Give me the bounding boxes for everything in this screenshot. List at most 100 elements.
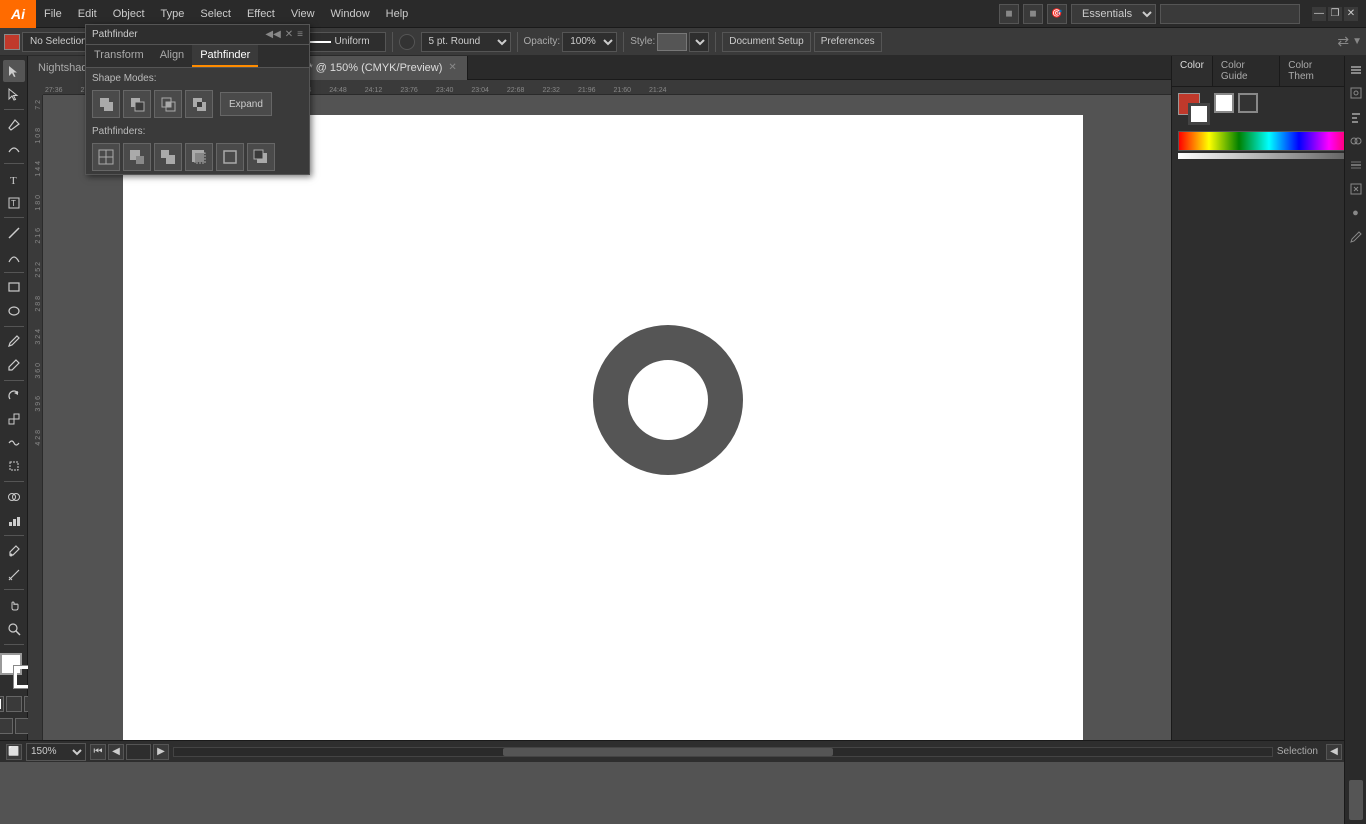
canvas-area[interactable]: 27:36 27:00 26:64 26:28 25:92 25:56 25:2…	[28, 80, 1171, 740]
arc-tool[interactable]	[3, 246, 25, 268]
app-icon-2: ◼	[1023, 4, 1043, 24]
stroke-swatch[interactable]	[1188, 103, 1210, 125]
prev-page-btn[interactable]: ◀	[108, 744, 124, 760]
hand-tool[interactable]	[3, 594, 25, 616]
menu-window[interactable]: Window	[323, 0, 378, 28]
next-page-btn[interactable]: ▶	[153, 744, 169, 760]
align-tab[interactable]: Align	[152, 45, 192, 67]
menu-file[interactable]: File	[36, 0, 70, 28]
pathfinder-icon[interactable]	[1347, 132, 1365, 150]
style-preview[interactable]	[657, 33, 687, 51]
color-spectrum-bar[interactable]	[1178, 153, 1360, 159]
direct-selection-tool[interactable]	[3, 84, 25, 106]
trim-button[interactable]	[123, 143, 151, 171]
warp-tool[interactable]	[3, 432, 25, 454]
merge-button[interactable]	[154, 143, 182, 171]
gradient-mode-btn[interactable]	[6, 696, 22, 712]
h-scrollbar[interactable]	[173, 747, 1273, 757]
pathfinder-title: Pathfinder	[92, 29, 138, 40]
screen-mode-1[interactable]	[0, 718, 13, 734]
minimize-button[interactable]: —	[1312, 7, 1326, 21]
appearance-icon[interactable]	[1347, 180, 1365, 198]
brushes-icon[interactable]	[1347, 228, 1365, 246]
dark-swatch[interactable]	[1238, 93, 1258, 113]
color-fill-swatch[interactable]	[4, 34, 20, 50]
zoom-select[interactable]: 150%	[26, 743, 86, 761]
tool-separator-5	[4, 326, 24, 327]
unite-button[interactable]	[92, 90, 120, 118]
rectangle-tool[interactable]	[3, 277, 25, 299]
expand-button[interactable]: Expand	[220, 92, 272, 116]
canvas-scroll[interactable]	[43, 95, 1171, 740]
transform-tab[interactable]: Transform	[86, 45, 152, 67]
layers-icon[interactable]	[1347, 60, 1365, 78]
h-scrollbar-thumb[interactable]	[503, 748, 832, 756]
paintbrush-tool[interactable]	[3, 331, 25, 353]
right-edge-icons: ●	[1344, 56, 1366, 824]
curvature-tool[interactable]	[3, 138, 25, 160]
measure-tool[interactable]	[3, 564, 25, 586]
color-guide-panel-tab[interactable]: Color Guide	[1213, 56, 1280, 86]
tab-close-curie[interactable]: ✕	[448, 62, 456, 73]
close-button[interactable]: ✕	[1344, 7, 1358, 21]
pathfinder-collapse[interactable]: ◀◀	[265, 29, 280, 40]
pen-tool[interactable]	[3, 114, 25, 136]
pathfinder-menu[interactable]: ≡	[297, 29, 303, 40]
minus-front-button[interactable]	[123, 90, 151, 118]
pathfinder-tab[interactable]: Pathfinder	[192, 45, 258, 67]
shape-builder-tool[interactable]	[3, 486, 25, 508]
tool-separator-10	[4, 644, 24, 645]
pathfinder-close[interactable]: ✕	[285, 29, 293, 40]
pathfinder-op-buttons	[86, 140, 309, 174]
crop-button[interactable]	[185, 143, 213, 171]
bottom-left-icon[interactable]: ⬜	[6, 744, 22, 760]
arrange-icon[interactable]: ⇄	[1337, 33, 1349, 50]
chart-tool[interactable]	[3, 510, 25, 532]
ring-object[interactable]	[593, 325, 743, 475]
search-box[interactable]	[1160, 4, 1300, 24]
zoom-tool[interactable]	[3, 618, 25, 640]
scale-tool[interactable]	[3, 408, 25, 430]
menu-help[interactable]: Help	[378, 0, 417, 28]
style-dropdown[interactable]	[689, 32, 709, 52]
rotate-tool[interactable]	[3, 385, 25, 407]
stroke-style-label: Uniform	[335, 36, 370, 47]
pathfinder-tab-row: Transform Align Pathfinder	[86, 45, 309, 68]
opacity-dropdown[interactable]: 100%	[562, 32, 617, 52]
color-spectrum[interactable]	[1178, 131, 1360, 151]
cap-style-dropdown[interactable]: 5 pt. Round	[421, 32, 511, 52]
free-transform-tool[interactable]	[3, 456, 25, 478]
eyedropper-tool[interactable]	[3, 540, 25, 562]
right-scroll-handle[interactable]	[1349, 780, 1363, 820]
ellipse-tool[interactable]	[3, 300, 25, 322]
stroke-panel-icon[interactable]	[1347, 156, 1365, 174]
pencil-tool[interactable]	[3, 354, 25, 376]
color-them-panel-tab[interactable]: Color Them	[1280, 56, 1346, 86]
first-page-btn[interactable]: ⏮	[90, 744, 106, 760]
scroll-left-btn[interactable]: ◀	[1326, 744, 1342, 760]
normal-mode-btn[interactable]	[0, 696, 4, 712]
align-icon[interactable]	[1347, 108, 1365, 126]
options-chevron[interactable]: ▼	[1352, 36, 1362, 47]
white-swatch[interactable]	[1214, 93, 1234, 113]
line-tool[interactable]	[3, 222, 25, 244]
view-mode-buttons	[0, 718, 31, 734]
page-number-input[interactable]: 4	[126, 744, 151, 760]
exclude-button[interactable]	[185, 90, 213, 118]
minus-back-button[interactable]	[247, 143, 275, 171]
intersect-button[interactable]	[154, 90, 182, 118]
svg-text:T: T	[10, 175, 17, 186]
transform-icon[interactable]	[1347, 84, 1365, 102]
pathfinder-header[interactable]: Pathfinder ◀◀ ✕ ≡	[86, 25, 309, 45]
workspace-selector[interactable]: Essentials	[1071, 4, 1156, 24]
outline-button[interactable]	[216, 143, 244, 171]
area-type-tool[interactable]: T	[3, 192, 25, 214]
symbols-icon[interactable]: ●	[1347, 204, 1365, 222]
document-setup-button[interactable]: Document Setup	[722, 32, 811, 52]
preferences-button[interactable]: Preferences	[814, 32, 882, 52]
color-panel-tab[interactable]: Color	[1172, 56, 1213, 86]
divide-button[interactable]	[92, 143, 120, 171]
type-tool[interactable]: T	[3, 168, 25, 190]
selection-tool[interactable]	[3, 60, 25, 82]
maximize-button[interactable]: ❐	[1328, 7, 1342, 21]
